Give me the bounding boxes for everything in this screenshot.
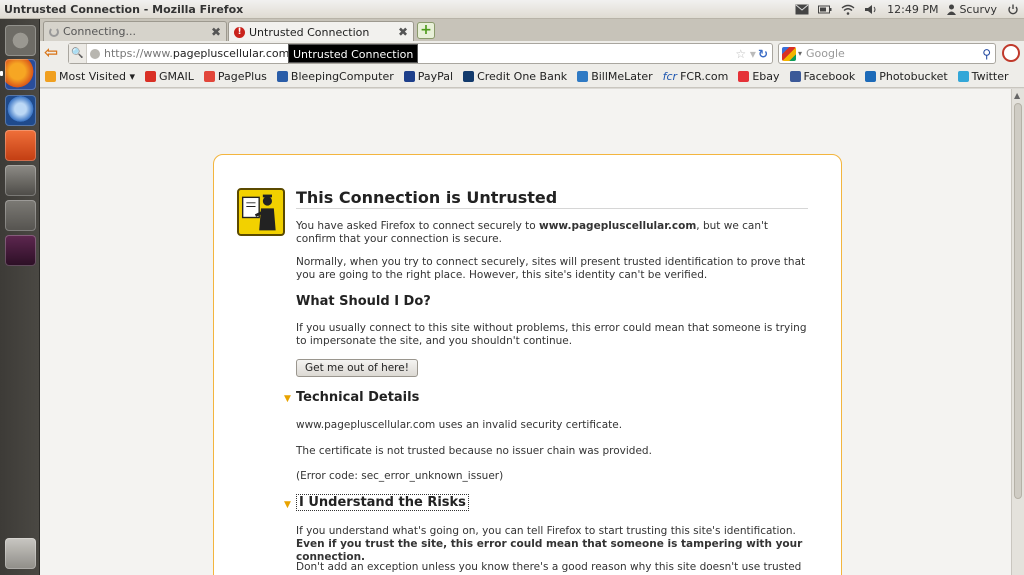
mail-icon[interactable] — [795, 4, 809, 15]
url-host: pagepluscellular.com — [172, 47, 290, 60]
bookmark-paypal[interactable]: PayPal — [403, 70, 453, 83]
battery-icon[interactable] — [818, 4, 832, 15]
reload-icon[interactable]: ↻ — [758, 47, 768, 61]
warning-icon: ! — [234, 26, 245, 38]
close-tab-icon[interactable]: ✖ — [211, 25, 221, 39]
volume-icon[interactable] — [864, 4, 878, 15]
search-input[interactable]: Google — [806, 47, 845, 60]
bookmark-bleepingcomputer[interactable]: BleepingComputer — [276, 70, 394, 83]
security-officer-icon — [237, 188, 285, 236]
trash-icon[interactable] — [5, 538, 36, 569]
bookmark-gmail[interactable]: GMAIL — [144, 70, 194, 83]
scroll-up-icon[interactable]: ▲ — [1014, 91, 1020, 100]
bookmark-billmelater[interactable]: BillMeLater — [577, 70, 653, 83]
globe-icon — [90, 48, 100, 59]
twitter-icon — [957, 71, 969, 82]
user-name: Scurvy — [959, 2, 997, 16]
bookmark-fcr[interactable]: fcr FCR.com — [663, 70, 729, 83]
paypal-icon — [403, 71, 415, 82]
loading-icon — [49, 26, 59, 37]
tab-label: Connecting... — [63, 25, 136, 38]
back-arrow-icon[interactable]: ⇦ — [44, 45, 62, 62]
technical-details-heading[interactable]: Technical Details — [296, 390, 419, 405]
files-icon[interactable] — [5, 165, 36, 196]
wifi-icon[interactable] — [841, 4, 855, 15]
tech-detail-error-code: (Error code: sec_error_unknown_issuer) — [296, 470, 504, 482]
system-top-panel: Untrusted Connection - Mozilla Firefox 1… — [0, 0, 1024, 19]
credit-one-icon — [463, 71, 475, 82]
user-icon — [947, 4, 957, 15]
terminal-icon[interactable] — [5, 235, 36, 266]
power-icon[interactable] — [1006, 4, 1020, 15]
pageplus-icon — [203, 71, 215, 82]
folder-icon — [45, 71, 56, 82]
user-menu[interactable]: Scurvy — [947, 3, 997, 16]
tech-detail-certificate: www.pagepluscellular.com uses an invalid… — [296, 419, 623, 431]
tooltip: Untrusted Connection — [288, 44, 419, 63]
running-indicator — [0, 71, 3, 76]
bookmark-star-icon[interactable]: ☆ ▾ — [735, 47, 756, 61]
get-me-out-button[interactable]: Get me out of here! — [296, 359, 418, 377]
addon-icon[interactable] — [1002, 44, 1020, 62]
advice-paragraph: If you usually connect to this site with… — [296, 322, 807, 347]
expand-triangle-icon[interactable]: ▼ — [284, 394, 291, 404]
url-bar[interactable]: 🔍 https://www. pagepluscellular.com ☆ ▾ … — [68, 43, 773, 64]
exception-warning-paragraph: Don't add an exception unless you know t… — [296, 561, 802, 575]
workspace-switcher-icon[interactable] — [5, 200, 36, 231]
tab-untrusted-connection[interactable]: ! Untrusted Connection ✖ — [228, 21, 414, 42]
close-tab-icon[interactable]: ✖ — [398, 25, 408, 39]
vertical-scrollbar[interactable]: ▲ — [1011, 89, 1024, 575]
understand-risks-heading[interactable]: I Understand the Risks — [296, 494, 469, 511]
search-icon[interactable]: ⚲ — [982, 47, 991, 61]
launcher — [0, 19, 40, 575]
new-tab-button[interactable]: + — [417, 22, 435, 39]
bookmarks-toolbar: Most Visited ▾ GMAIL PagePlus BleepingCo… — [40, 66, 1024, 88]
tab-connecting[interactable]: Connecting... ✖ — [43, 21, 227, 41]
bookmark-twitter[interactable]: Twitter — [957, 70, 1009, 83]
system-tray: 12:49 PM Scurvy — [795, 3, 1020, 16]
search-bar[interactable]: ▾ Google ⚲ — [778, 43, 996, 64]
intro-paragraph: You have asked Firefox to connect secure… — [296, 220, 768, 245]
gmail-icon — [144, 71, 156, 82]
dash-home-icon[interactable] — [5, 25, 36, 56]
tab-strip: Connecting... ✖ ! Untrusted Connection ✖… — [40, 19, 1024, 42]
window-title: Untrusted Connection - Mozilla Firefox — [4, 2, 244, 16]
page-title: This Connection is Untrusted — [296, 188, 808, 209]
clock[interactable]: 12:49 PM — [887, 3, 938, 16]
bookmark-ebay[interactable]: Ebay — [738, 70, 780, 83]
firefox-window: Connecting... ✖ ! Untrusted Connection ✖… — [40, 19, 1024, 575]
tab-label: Untrusted Connection — [249, 25, 370, 39]
firefox-icon[interactable] — [5, 59, 36, 90]
bookmark-credit-one-bank[interactable]: Credit One Bank — [463, 70, 567, 83]
facebook-icon — [789, 71, 801, 82]
tech-detail-issuer: The certificate is not trusted because n… — [296, 445, 652, 457]
photobucket-icon — [865, 71, 877, 82]
explanation-paragraph: Normally, when you try to connect secure… — [296, 256, 806, 281]
url-scheme: https://www. — [104, 47, 173, 60]
scrollbar-thumb[interactable] — [1014, 103, 1022, 499]
error-page-container: This Connection is Untrusted You have as… — [213, 154, 842, 575]
fcr-icon: fcr — [662, 70, 678, 83]
bookmark-pageplus[interactable]: PagePlus — [203, 70, 267, 83]
expand-triangle-icon[interactable]: ▼ — [284, 500, 291, 510]
billmelater-icon — [577, 71, 589, 82]
risks-paragraph: If you understand what's going on, you c… — [296, 525, 803, 563]
page-content: This Connection is Untrusted You have as… — [40, 89, 1011, 575]
bookmark-photobucket[interactable]: Photobucket — [865, 70, 948, 83]
bleepingcomputer-icon — [276, 71, 288, 82]
ebay-icon — [738, 71, 750, 82]
navigation-toolbar: ⇦ 🔍 https://www. pagepluscellular.com ☆ … — [40, 41, 1024, 66]
google-icon[interactable] — [782, 46, 796, 61]
identity-icon[interactable]: 🔍 — [69, 44, 87, 63]
thunderbird-icon[interactable] — [5, 95, 36, 126]
software-center-icon[interactable] — [5, 130, 36, 161]
bookmark-facebook[interactable]: Facebook — [789, 70, 855, 83]
bookmark-most-visited[interactable]: Most Visited ▾ — [45, 70, 135, 83]
search-engine-dropdown-icon[interactable]: ▾ — [798, 49, 802, 58]
what-should-i-do-heading: What Should I Do? — [296, 294, 431, 309]
